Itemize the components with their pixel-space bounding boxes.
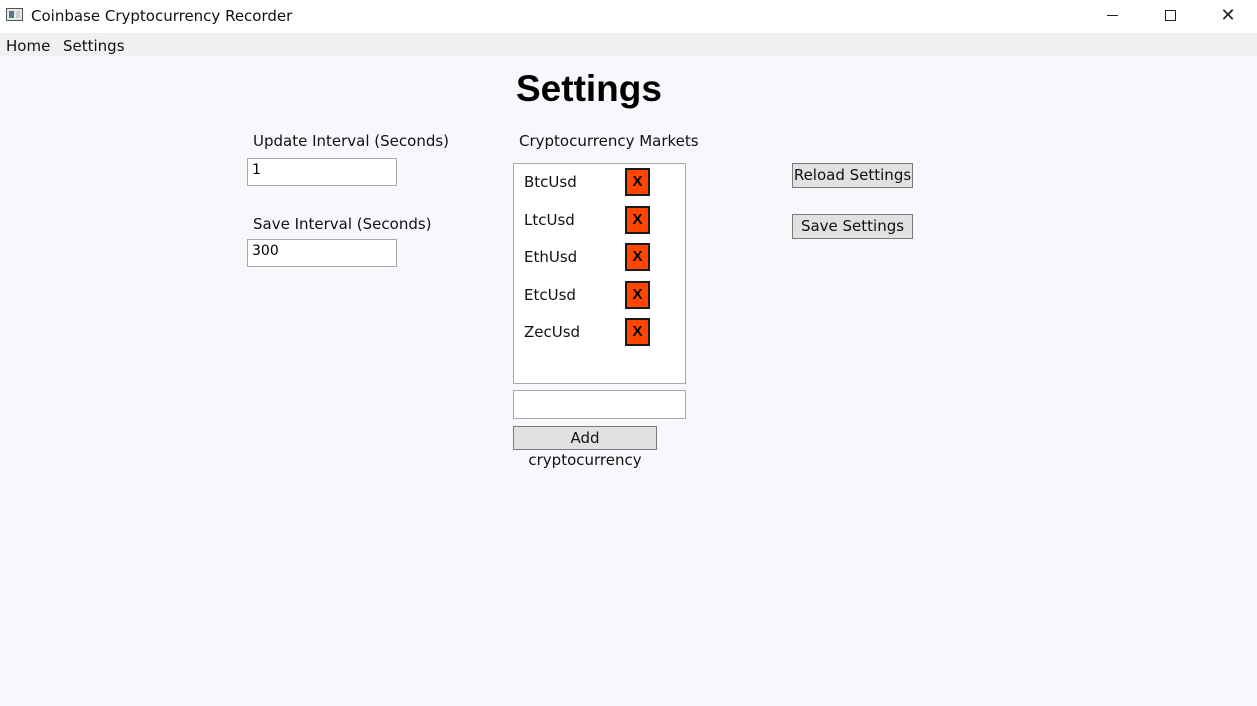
window-title: Coinbase Cryptocurrency Recorder bbox=[31, 7, 293, 25]
update-interval-input[interactable]: 1 bbox=[247, 158, 397, 186]
close-button[interactable]: ✕ bbox=[1199, 0, 1257, 31]
list-item: ZecUsd X bbox=[514, 318, 685, 357]
add-cryptocurrency-button[interactable]: Add cryptocurrency bbox=[513, 426, 657, 469]
remove-market-button[interactable]: X bbox=[625, 281, 650, 309]
menu-item-settings[interactable]: Settings bbox=[63, 37, 125, 55]
update-interval-label: Update Interval (Seconds) bbox=[253, 132, 450, 150]
new-market-input[interactable] bbox=[513, 390, 686, 419]
market-name: EthUsd bbox=[524, 248, 578, 266]
menu-bar: Home Settings bbox=[0, 33, 1257, 56]
list-item: EthUsd X bbox=[514, 243, 685, 282]
markets-label: Cryptocurrency Markets bbox=[519, 132, 699, 150]
app-icon bbox=[6, 8, 23, 21]
list-item: EtcUsd X bbox=[514, 281, 685, 320]
market-name: LtcUsd bbox=[524, 211, 575, 229]
save-interval-label: Save Interval (Seconds) bbox=[253, 215, 432, 233]
save-settings-button[interactable]: Save Settings bbox=[792, 214, 913, 239]
close-icon: ✕ bbox=[1220, 5, 1236, 26]
market-name: EtcUsd bbox=[524, 286, 576, 304]
maximize-icon bbox=[1164, 10, 1176, 21]
minimize-icon bbox=[1106, 15, 1118, 16]
remove-market-button[interactable]: X bbox=[625, 206, 650, 234]
markets-list[interactable]: BtcUsd X LtcUsd X EthUsd X EtcUsd X ZecU… bbox=[513, 163, 686, 384]
maximize-button[interactable] bbox=[1141, 0, 1199, 31]
remove-market-button[interactable]: X bbox=[625, 318, 650, 346]
save-interval-input[interactable]: 300 bbox=[247, 239, 397, 267]
list-item: LtcUsd X bbox=[514, 206, 685, 245]
minimize-button[interactable] bbox=[1083, 0, 1141, 31]
reload-settings-button[interactable]: Reload Settings bbox=[792, 163, 913, 188]
market-name: BtcUsd bbox=[524, 173, 577, 191]
page-title: Settings bbox=[516, 68, 662, 109]
list-item: BtcUsd X bbox=[514, 168, 685, 207]
market-name: ZecUsd bbox=[524, 323, 581, 341]
menu-item-home[interactable]: Home bbox=[6, 37, 50, 55]
remove-market-button[interactable]: X bbox=[625, 168, 650, 196]
title-bar: Coinbase Cryptocurrency Recorder ✕ bbox=[0, 0, 1257, 33]
remove-market-button[interactable]: X bbox=[625, 243, 650, 271]
